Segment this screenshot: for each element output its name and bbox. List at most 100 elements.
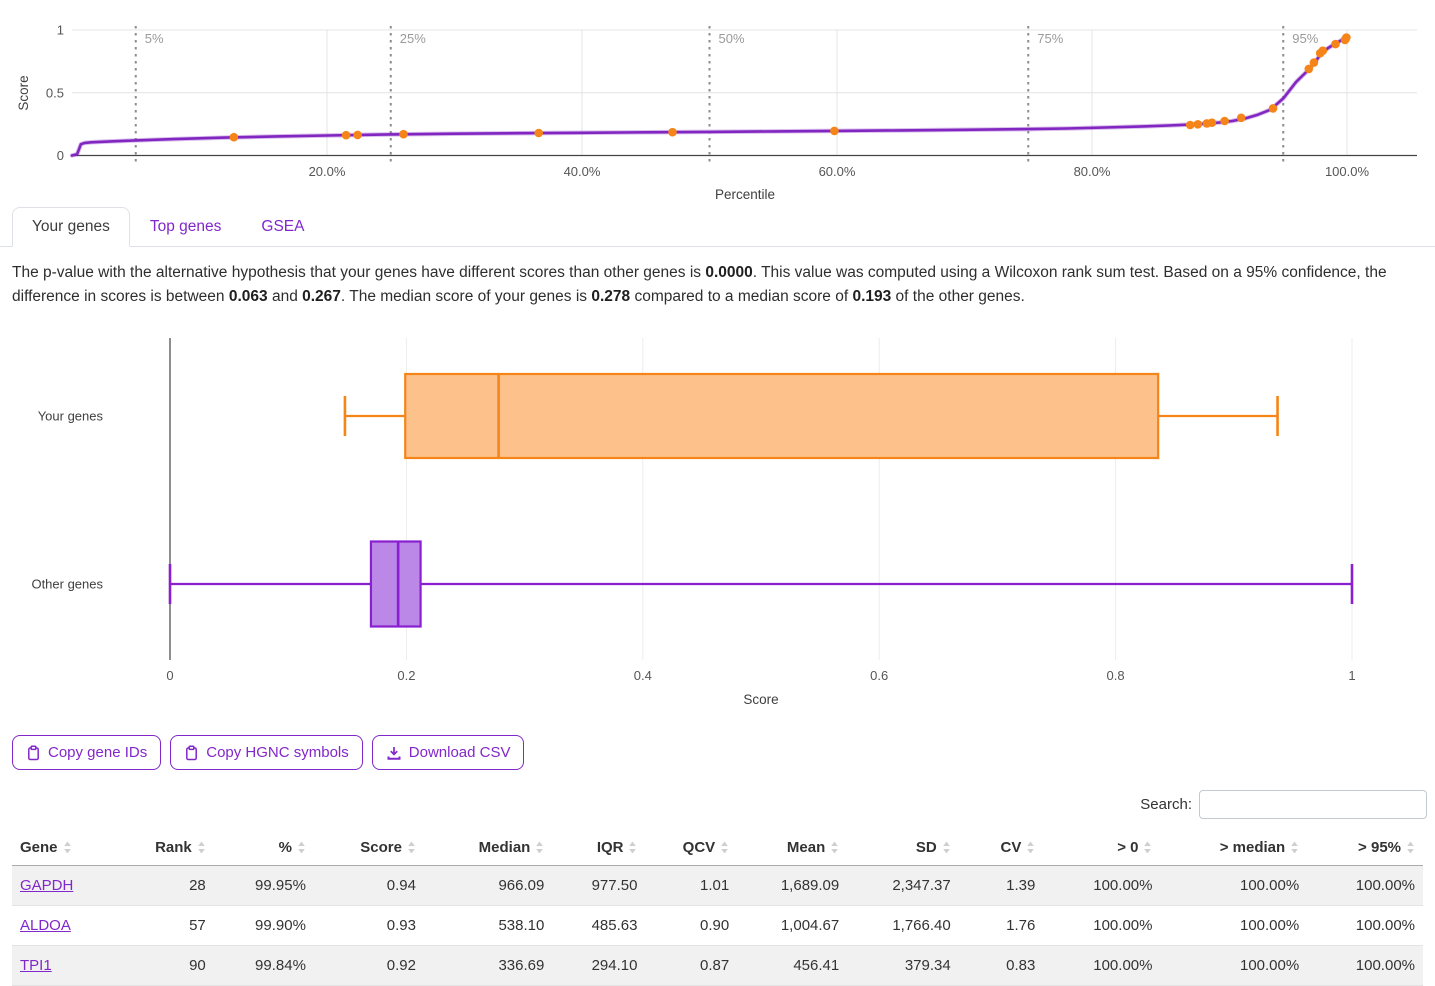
x-tick-label: 0.4 [634,668,652,683]
gene-cell: GAPDH [12,866,122,906]
tab-your-genes[interactable]: Your genes [12,207,130,247]
cell: 379.34 [847,946,958,986]
cell: 100.00% [1043,946,1160,986]
cell: 538.10 [424,906,552,946]
x-tick-label: 0.6 [870,668,888,683]
cell: 100.00% [1307,866,1423,906]
cell: 100.00% [1160,906,1307,946]
column-header-95[interactable]: > 95% [1307,831,1423,866]
copy-hgnc-symbols-button[interactable]: Copy HGNC symbols [170,735,363,770]
sort-icon [535,841,544,854]
table-row-tpi1: TPI19099.84%0.92336.69294.100.87456.4137… [12,946,1423,986]
column-header-iqr[interactable]: IQR [552,831,645,866]
your-gene-point[interactable] [1220,117,1229,126]
x-tick-label: 0 [166,668,173,683]
gene-link-aldoa[interactable]: ALDOA [20,917,71,934]
cell: 0.92 [314,946,424,986]
cell: 100.00% [1307,906,1423,946]
your-gene-point[interactable] [1208,118,1217,127]
your-gene-point[interactable] [534,129,543,138]
column-header-score[interactable]: Score [314,831,424,866]
your-gene-point[interactable] [1237,114,1246,123]
y-tick-label: 0.5 [46,85,64,100]
sort-icon [1406,841,1415,854]
cell: 1.76 [959,906,1044,946]
column-header-rank[interactable]: Rank [122,831,214,866]
boxplot-chart: Your genesOther genes00.20.40.60.81Score [0,328,1435,713]
cell: 1,689.09 [737,866,847,906]
button-label: Copy HGNC symbols [206,744,349,761]
sort-icon [1143,841,1152,854]
your-gene-point[interactable] [830,127,839,136]
percentile-chart: 5%25%50%75%95%00.5120.0%40.0%60.0%80.0%1… [0,0,1435,205]
sort-icon [720,841,729,854]
cell: 1,766.40 [847,906,958,946]
your-gene-point[interactable] [1194,120,1203,129]
your-genes-box[interactable] [405,374,1158,458]
x-axis-title: Percentile [715,187,775,202]
search-input[interactable] [1199,790,1427,819]
percentile-marker-label: 50% [719,31,745,46]
column-header-0[interactable]: > 0 [1043,831,1160,866]
search-label: Search: [1140,796,1192,813]
category-label-other-genes: Other genes [31,577,103,592]
your-gene-point[interactable] [342,131,351,140]
sort-icon [63,841,72,854]
cell: 456.41 [737,946,847,986]
cell: 100.00% [1307,946,1423,986]
column-header-cv[interactable]: CV [959,831,1044,866]
your-gene-point[interactable] [1186,121,1195,130]
summary-text: The p-value with the alternative hypothe… [12,261,1423,308]
your-gene-point[interactable] [1342,33,1351,42]
gene-cell: ALDOA [12,906,122,946]
your-gene-point[interactable] [1319,46,1328,55]
cell: 100.00% [1160,946,1307,986]
cell: 57 [122,906,214,946]
your-gene-point[interactable] [1269,104,1278,113]
cell: 100.00% [1043,906,1160,946]
column-header-sd[interactable]: SD [847,831,958,866]
cell: 28 [122,866,214,906]
your-gene-point[interactable] [1331,40,1340,49]
gene-link-gapdh[interactable]: GAPDH [20,877,73,894]
y-tick-label: 0 [57,148,64,163]
cell: 90 [122,946,214,986]
sort-icon [628,841,637,854]
cell: 966.09 [424,866,552,906]
category-label-your-genes: Your genes [38,409,104,424]
table-row-gapdh: GAPDH 2899.95%0.94966.09977.501.011,689.0… [12,866,1423,906]
sort-icon [297,841,306,854]
button-label: Download CSV [409,744,511,761]
tab-gsea[interactable]: GSEA [241,207,324,247]
cell: 0.94 [314,866,424,906]
x-tick-label: 60.0% [819,164,856,179]
genes-table: GeneRank%ScoreMedianIQRQCVMeanSDCV> 0> m… [12,831,1423,986]
gene-link-tpi1[interactable]: TPI1 [20,957,52,974]
column-header-median[interactable]: > median [1160,831,1307,866]
button-label: Copy gene IDs [48,744,147,761]
tab-top-genes[interactable]: Top genes [130,207,242,247]
sort-icon [1290,841,1299,854]
gene-cell: TPI1 [12,946,122,986]
column-header-gene[interactable]: Gene [12,831,122,866]
cell: 99.95% [214,866,314,906]
your-gene-point[interactable] [353,131,362,140]
percentile-marker-label: 5% [145,31,164,46]
column-header-qcv[interactable]: QCV [645,831,737,866]
column-header-[interactable]: % [214,831,314,866]
your-gene-point[interactable] [668,128,677,137]
your-gene-point[interactable] [230,133,239,142]
your-gene-point[interactable] [399,130,408,139]
copy-gene-ids-button[interactable]: Copy gene IDs [12,735,161,770]
column-header-mean[interactable]: Mean [737,831,847,866]
cell: 294.10 [552,946,645,986]
cell: 1.01 [645,866,737,906]
percentile-marker-label: 25% [400,31,426,46]
your-gene-point[interactable] [1310,58,1319,67]
x-tick-label: 40.0% [564,164,601,179]
download-csv-button[interactable]: Download CSV [372,735,525,770]
column-header-median[interactable]: Median [424,831,552,866]
cell: 977.50 [552,866,645,906]
clipboard-icon [184,745,199,761]
other-genes-box[interactable] [371,542,421,627]
